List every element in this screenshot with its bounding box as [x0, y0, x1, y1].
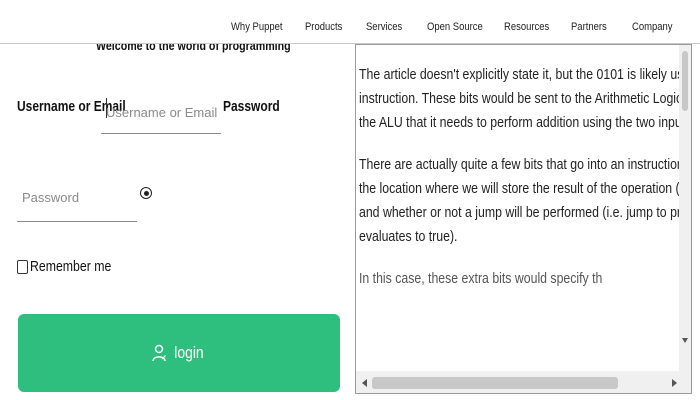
password-label: Password — [223, 98, 280, 115]
username-input[interactable] — [101, 92, 221, 134]
article-line: the ALU that it needs to perform additio… — [359, 114, 692, 131]
vertical-scroll-thumb[interactable] — [682, 51, 688, 111]
article-text: The article doesn't explicitly state it,… — [359, 63, 692, 291]
nav-item-partners[interactable]: Partners — [571, 21, 607, 33]
nav-item-why-puppet[interactable]: Why Puppet — [231, 21, 283, 33]
nav-item-services[interactable]: Services — [366, 21, 402, 33]
horizontal-scroll-thumb[interactable] — [372, 377, 618, 389]
eye-icon[interactable] — [140, 187, 152, 199]
article-panel[interactable]: The article doesn't explicitly state it,… — [355, 44, 692, 394]
article-line: and whether or not a jump will be perfor… — [359, 204, 691, 221]
remember-me[interactable]: Remember me — [17, 258, 129, 275]
article-line: evaluates to true). — [359, 228, 458, 245]
user-icon — [152, 344, 166, 362]
horizontal-scrollbar[interactable] — [356, 371, 691, 393]
article-line: There are actually quite a few bits that… — [359, 156, 691, 173]
nav-item-resources[interactable]: Resources — [504, 21, 549, 33]
remember-me-checkbox[interactable] — [17, 259, 28, 274]
remember-me-label[interactable]: Remember me — [30, 258, 111, 275]
article-line: instruction. These bits would be sent to… — [359, 90, 691, 107]
password-input[interactable] — [17, 174, 137, 222]
article-line: the location where we will store the res… — [359, 180, 691, 197]
eye-pupil — [143, 190, 149, 196]
text-caret — [106, 98, 107, 118]
article-line: In this case, these extra bits would spe… — [359, 270, 603, 287]
nav-item-open-source[interactable]: Open Source — [427, 21, 483, 33]
login-button[interactable]: login — [18, 314, 340, 392]
scroll-left-arrow-icon[interactable] — [362, 379, 367, 387]
login-button-label: login — [174, 343, 204, 362]
vertical-scrollbar[interactable] — [679, 45, 691, 379]
article-line: The article doesn't explicitly state it,… — [359, 66, 691, 83]
scroll-down-arrow-icon[interactable] — [682, 338, 688, 343]
nav-item-company[interactable]: Company — [632, 21, 672, 33]
nav-item-products[interactable]: Products — [305, 21, 342, 33]
scroll-right-arrow-icon[interactable] — [672, 379, 677, 387]
top-navigation: Why Puppet Products Services Open Source… — [0, 0, 700, 44]
